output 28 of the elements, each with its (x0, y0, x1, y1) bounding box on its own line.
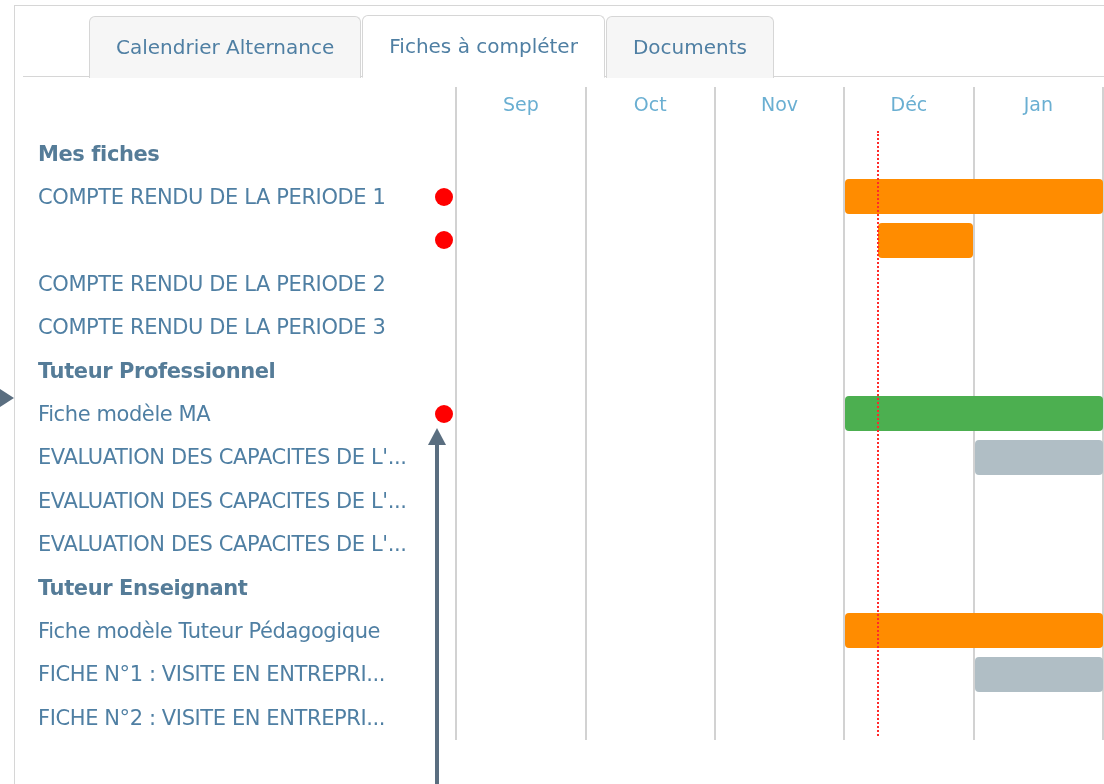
timeline-bar[interactable] (845, 613, 1103, 649)
tab[interactable]: Calendrier Alternance (89, 15, 362, 78)
month-label: Nov (761, 93, 799, 115)
month-label: Sep (502, 93, 539, 115)
timeline-bar[interactable] (845, 179, 1103, 215)
form-link[interactable]: COMPTE RENDU DE LA PERIODE 1 (38, 185, 436, 210)
form-link[interactable]: COMPTE RENDU DE LA PERIODE 3 (38, 315, 436, 340)
month-label: Déc (890, 93, 928, 115)
timeline-bar[interactable] (975, 439, 1103, 475)
form-link[interactable]: FICHE N°2 : VISITE EN ENTREPRI... (38, 705, 436, 730)
form-link[interactable]: EVALUATION DES CAPACITES DE L'... (38, 532, 436, 557)
form-link[interactable]: Fiche modèle Tuteur Pédagogique (38, 619, 436, 643)
month-label: Jan (1023, 93, 1053, 115)
tab[interactable]: Fiches à compléter (362, 14, 605, 78)
tab[interactable]: Documents (605, 15, 774, 78)
section-heading: Tuteur Enseignant (38, 575, 249, 600)
form-link[interactable]: FICHE N°1 : VISITE EN ENTREPRI... (38, 662, 436, 687)
form-link[interactable]: Fiche modèle MA (38, 402, 436, 427)
form-link[interactable]: EVALUATION DES CAPACITES DE L'... (38, 445, 436, 470)
timeline-bar[interactable] (877, 222, 974, 258)
month-label: Oct (633, 93, 667, 115)
section-heading: Tuteur Professionnel (38, 358, 277, 383)
timeline-bar[interactable] (975, 656, 1103, 692)
form-link[interactable]: COMPTE RENDU DE LA PERIODE 2 (38, 271, 436, 296)
annotation-arrow (0, 389, 14, 407)
section-heading: Mes fiches (38, 141, 161, 166)
form-link[interactable]: EVALUATION DES CAPACITES DE L'... (38, 488, 436, 513)
timeline-bar[interactable] (845, 396, 1103, 432)
